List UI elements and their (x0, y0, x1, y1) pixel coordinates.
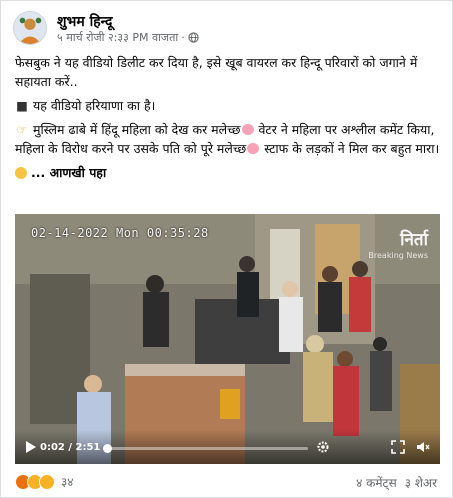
video-time: 0:02 / 2:51 (40, 442, 101, 453)
video-overlay-timestamp: 02-14-2022 Mon 00:35:28 (31, 226, 209, 240)
brand-name: निर्ता (400, 230, 428, 250)
avatar[interactable] (13, 11, 47, 45)
post-line-3: ☞ मुस्लिम ढाबे में हिंदू महिला को देख कर… (15, 120, 441, 158)
brand-subtitle: Breaking News (368, 251, 428, 260)
seek-bar[interactable] (103, 444, 308, 453)
post-timestamp[interactable]: ५ मार्च रोजी २:३३ PM वाजता (57, 30, 178, 45)
post-header: शुभम हिन्दू ५ मार्च रोजी २:३३ PM वाजता · (11, 9, 441, 45)
post-line-4: ... आणखी पहा (15, 163, 441, 182)
gear-icon[interactable] (316, 440, 330, 454)
facebook-post: शुभम हिन्दू ५ मार्च रोजी २:३३ PM वाजता ·… (0, 0, 453, 498)
meta-separator: · (181, 31, 185, 44)
video-player[interactable]: 02-14-2022 Mon 00:35:28 निर्ता Breaking … (15, 214, 440, 464)
pointing-hand-icon: ☞ (16, 122, 28, 137)
play-icon[interactable] (23, 440, 37, 454)
comment-count[interactable]: ४ कमेंट्स (356, 474, 397, 491)
sad-face-icon (15, 167, 27, 179)
author-name[interactable]: शुभम हिन्दू (57, 12, 112, 31)
profile-picture (14, 12, 46, 44)
post-line-2-text: यह वीडियो हरियाणा का है। (32, 98, 156, 113)
post-line-1: फेसबुक ने यह वीडियो डिलीट कर दिया है, इस… (15, 55, 418, 89)
reactions-summary[interactable]: ३४ (15, 473, 73, 490)
volume-icon[interactable] (416, 440, 430, 454)
see-more-link[interactable]: ... आणखी पहा (31, 165, 106, 180)
post-footer: ३४ ४ कमेंट्स ३ शेअर (15, 471, 441, 491)
reaction-count: ३४ (61, 475, 74, 489)
seek-bar-thumb[interactable] (103, 444, 113, 453)
post-text: फेसबुक ने यह वीडियो डिलीट कर दिया है, इस… (15, 53, 441, 187)
pig-face-icon (247, 143, 260, 154)
post-line-2: ■ यह वीडियो हरियाणा का है। (15, 96, 441, 115)
engagement-stats: ४ कमेंट्स ३ शेअर (356, 474, 437, 491)
post-line-3c: स्टाफ के लड़कों ने मिल कर बहुत मारा। (264, 141, 440, 156)
video-camera-icon: ■ (16, 98, 28, 113)
share-count[interactable]: ३ शेअर (405, 474, 437, 491)
post-meta: ५ मार्च रोजी २:३३ PM वाजता · (57, 30, 199, 45)
video-controls: 0:02 / 2:51 (15, 430, 440, 464)
channel-watermark: निर्ता Breaking News (368, 232, 428, 264)
fullscreen-icon[interactable] (391, 440, 405, 454)
pig-face-icon (241, 124, 254, 135)
globe-icon (188, 32, 199, 43)
haha-reaction-icon (39, 473, 55, 490)
post-line-3a: मुस्लिम ढाबे में हिंदू महिला को देख कर म… (32, 122, 241, 137)
